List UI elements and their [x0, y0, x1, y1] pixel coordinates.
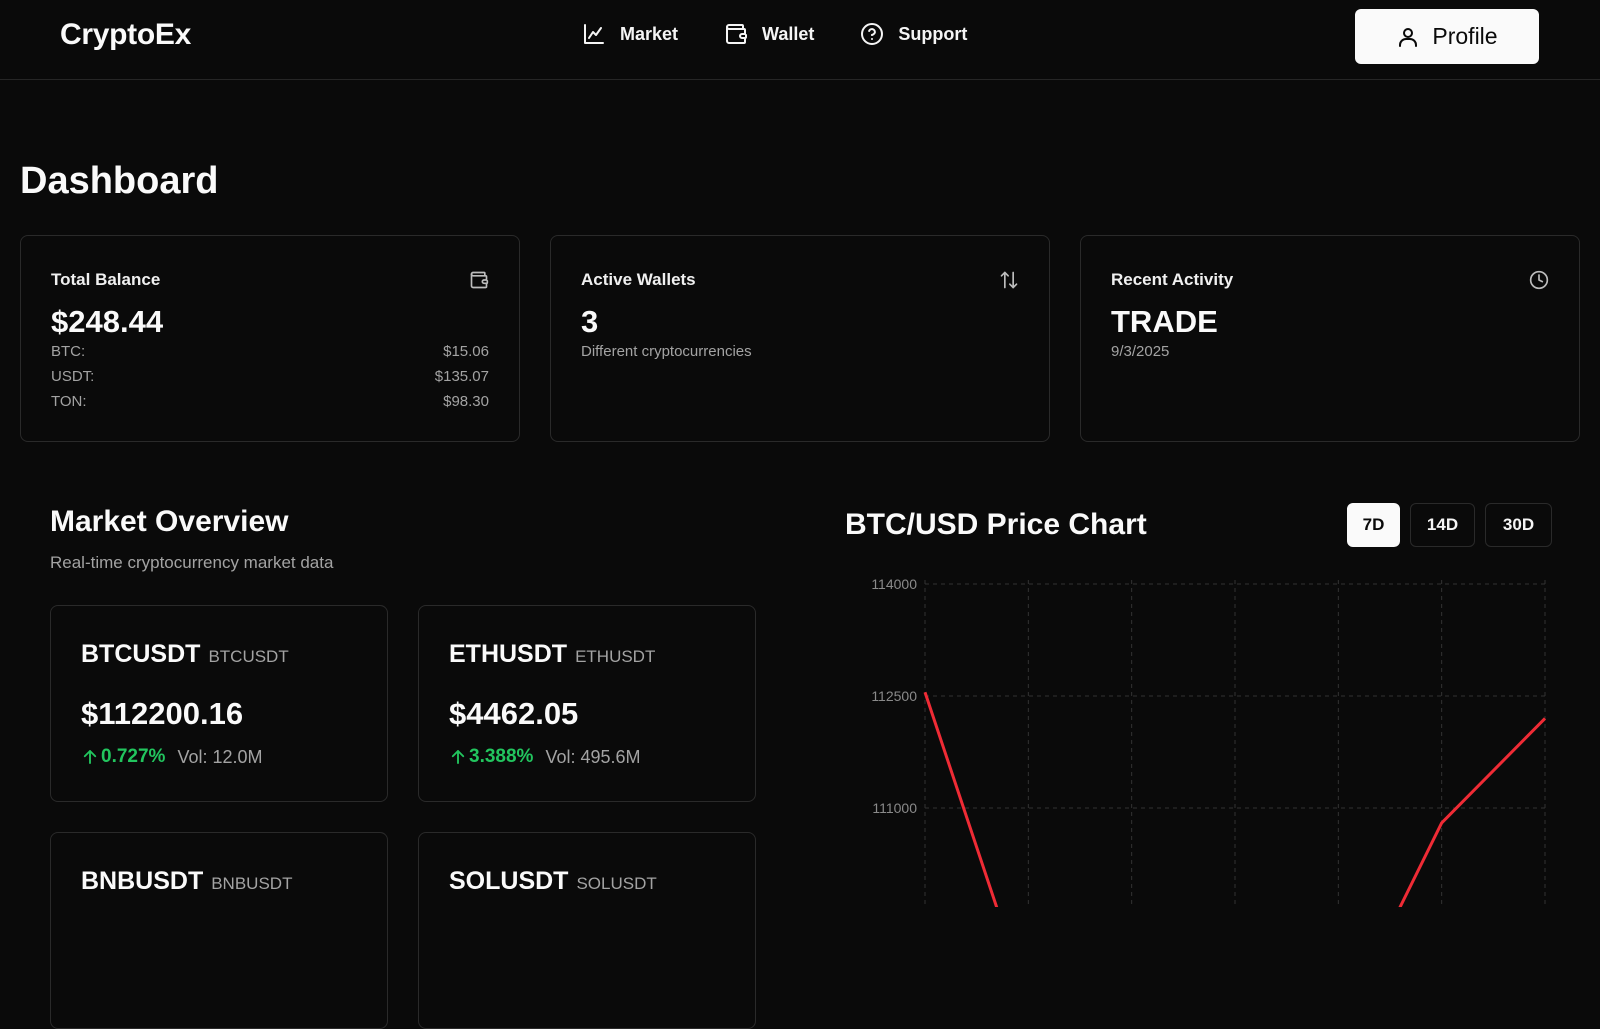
range-30d-button[interactable]: 30D [1485, 503, 1552, 547]
nav-links: Market Wallet Support [582, 22, 967, 46]
balance-row-value: $15.06 [443, 343, 489, 360]
nav-market-label: Market [620, 23, 679, 44]
balance-breakdown: BTC: $15.06 USDT: $135.07 TON: $98.30 [51, 343, 489, 418]
balance-row-btc: BTC: $15.06 [51, 343, 489, 368]
change-percent: 3.388% [469, 746, 534, 767]
wallets-count: 3 [581, 304, 599, 339]
symbol-name: BTCUSDT [81, 640, 201, 668]
symbol-name: SOLUSDT [449, 867, 569, 895]
card-title: Recent Activity [1111, 270, 1234, 289]
wallet-icon [726, 24, 748, 44]
market-symbol: SOLUSDT SOLUSDT [449, 867, 657, 896]
profile-label: Profile [1432, 23, 1498, 49]
nav-wallet-link[interactable]: Wallet [724, 22, 814, 46]
activity-date: 9/3/2025 [1111, 343, 1170, 360]
market-symbol: BTCUSDT BTCUSDT [81, 640, 289, 669]
active-wallets-card: Active Wallets 3 Different cryptocurrenc… [550, 235, 1050, 442]
wallets-subtitle: Different cryptocurrencies [581, 343, 752, 360]
clock-icon [1529, 270, 1549, 290]
symbol-pair: SOLUSDT [576, 874, 657, 893]
price-chart: 114000 112500 111000 [871, 576, 1547, 907]
volume: Vol: 12.0M [177, 746, 263, 767]
symbol-pair: ETHUSDT [575, 647, 656, 666]
market-change: 0.727% Vol: 12.0M [81, 746, 263, 768]
range-selector: 7D 14D 30D [1347, 503, 1552, 547]
total-balance-card: Total Balance $248.44 BTC: $15.06 USDT: … [20, 235, 520, 442]
y-tick-label: 114000 [871, 576, 917, 592]
balance-row-label: USDT: [51, 368, 95, 385]
arrow-up-down-icon [1000, 271, 1018, 289]
balance-value: $248.44 [51, 304, 164, 339]
card-title: Active Wallets [581, 270, 696, 289]
change-percent: 0.727% [101, 746, 166, 767]
market-price: $112200.16 [81, 696, 244, 731]
user-icon [1399, 27, 1418, 47]
market-symbol: ETHUSDT ETHUSDT [449, 640, 655, 669]
market-symbol: BNBUSDT BNBUSDT [81, 867, 292, 896]
nav-market-link[interactable]: Market [582, 22, 678, 46]
symbol-pair: BNBUSDT [211, 874, 293, 893]
market-card-solusdt[interactable]: SOLUSDT SOLUSDT [418, 832, 756, 1029]
arrow-up-icon [83, 750, 97, 764]
balance-row-ton: TON: $98.30 [51, 393, 489, 418]
market-card-bnbusdt[interactable]: BNBUSDT BNBUSDT [50, 832, 388, 1029]
y-tick-label: 111000 [872, 800, 917, 816]
balance-row-usdt: USDT: $135.07 [51, 368, 489, 393]
top-nav: CryptoEx Market Wallet Support Profile [0, 0, 1600, 80]
nav-support-label: Support [898, 23, 968, 44]
help-circle-icon [861, 23, 884, 45]
market-price: $4462.05 [449, 696, 579, 731]
market-overview-subtitle: Real-time cryptocurrency market data [50, 553, 334, 572]
balance-row-value: $98.30 [443, 393, 489, 410]
symbol-pair: BTCUSDT [208, 647, 289, 666]
price-change: 0.727% [81, 746, 165, 768]
nav-support-link[interactable]: Support [860, 22, 967, 46]
range-14d-button[interactable]: 14D [1410, 503, 1475, 547]
profile-button[interactable]: Profile [1355, 9, 1539, 64]
chart-line-icon [584, 24, 604, 44]
symbol-name: BNBUSDT [81, 867, 204, 895]
y-tick-label: 112500 [871, 688, 917, 704]
market-card-ethusdt[interactable]: ETHUSDT ETHUSDT $4462.05 3.388% Vol: 495.… [418, 605, 756, 802]
symbol-name: ETHUSDT [449, 640, 568, 668]
card-title: Total Balance [51, 270, 161, 289]
range-7d-button[interactable]: 7D [1347, 503, 1400, 547]
wallet-icon [470, 271, 489, 289]
price-change: 3.388% [449, 746, 533, 768]
balance-row-value: $135.07 [434, 368, 489, 385]
nav-wallet-label: Wallet [762, 23, 815, 44]
balance-row-label: BTC: [51, 343, 86, 360]
arrow-up-icon [451, 750, 465, 764]
brand-logo[interactable]: CryptoEx [60, 18, 191, 52]
balance-row-label: TON: [51, 393, 87, 410]
market-change: 3.388% Vol: 495.6M [449, 746, 641, 768]
activity-value: TRADE [1111, 304, 1218, 339]
market-card-btcusdt[interactable]: BTCUSDT BTCUSDT $112200.16 0.727% Vol: 12… [50, 605, 388, 802]
chart-title: BTC/USD Price Chart [845, 508, 1147, 541]
volume: Vol: 495.6M [545, 746, 641, 767]
page-title: Dashboard [20, 160, 219, 202]
market-overview-title: Market Overview [50, 505, 289, 538]
recent-activity-card: Recent Activity TRADE 9/3/2025 [1080, 235, 1580, 442]
